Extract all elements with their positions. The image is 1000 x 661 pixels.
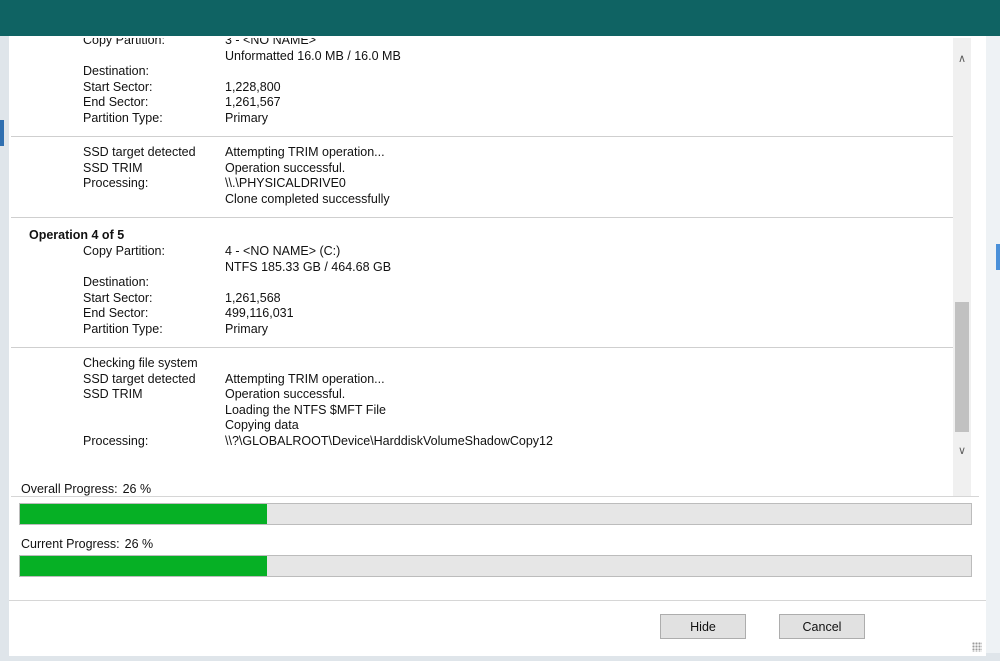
log-row-value: NTFS 185.33 GB / 464.68 GB	[225, 259, 392, 274]
log-row: Processing: \\.\PHYSICALDRIVE0	[11, 176, 953, 192]
dialog-titlebar[interactable]	[0, 0, 1000, 36]
log-row-value: Primary	[225, 321, 269, 336]
log-row-key: SSD target detected	[83, 371, 196, 386]
log-row: Start Sector: 1,261,568	[11, 291, 953, 307]
current-progress-text: Current Progress:	[21, 537, 120, 551]
log-row-key: SSD TRIM	[83, 387, 143, 401]
operation-4-title: Operation 4 of 5	[29, 228, 125, 242]
overall-progress-fill	[20, 504, 268, 524]
cancel-button[interactable]: Cancel	[779, 614, 865, 639]
log-row-value: Copying data	[225, 418, 299, 432]
log-row-value: Unformatted 16.0 MB / 16.0 MB	[225, 48, 401, 63]
log-row: Destination:	[11, 275, 953, 291]
log-row-value: Attempting TRIM operation...	[225, 145, 385, 159]
log-row: Copy Partition: 4 - <NO NAME> (C:)	[11, 244, 953, 260]
log-row: Checking file system	[11, 356, 953, 372]
log-row-key: Destination:	[83, 64, 150, 78]
background-accent-right	[996, 244, 1000, 270]
log-row-value: Operation successful.	[225, 387, 346, 401]
log-scrollbar[interactable]: ∧ ∨	[953, 38, 971, 496]
log-row-value: \\?\GLOBALROOT\Device\HarddiskVolumeShad…	[225, 433, 553, 448]
log-row: End Sector: 1,261,567	[11, 95, 953, 111]
log-row-key: SSD target detected	[83, 145, 196, 159]
log-row: Partition Type: Primary	[11, 322, 953, 338]
current-progress-fill	[20, 556, 268, 576]
log-row-value: 4 - <NO NAME> (C:)	[225, 244, 341, 258]
operation-3-status: SSD target detected Attempting TRIM opera…	[11, 145, 953, 207]
log-row-value: Clone completed successfully	[225, 191, 390, 206]
log-row-key: Start Sector:	[83, 79, 153, 94]
log-row-value: Primary	[225, 110, 269, 125]
current-progress-bar	[19, 555, 972, 577]
log-row: Clone completed successfully	[11, 192, 953, 208]
log-row: SSD TRIM Operation successful.	[11, 387, 953, 403]
current-progress-value: 26 %	[124, 537, 154, 551]
chevron-up-icon[interactable]: ∧	[953, 50, 971, 68]
log-row: Processing: \\?\GLOBALROOT\Device\Harddis…	[11, 434, 953, 450]
current-progress-label: Current Progress: 26 %	[21, 536, 153, 552]
log-row-key: Processing:	[83, 176, 149, 190]
background-window-right	[985, 36, 1000, 661]
log-row-value: \\.\PHYSICALDRIVE0	[225, 176, 346, 190]
background-accent-left	[0, 120, 4, 146]
log-row-key: Start Sector:	[83, 290, 153, 305]
hide-button[interactable]: Hide	[660, 614, 746, 639]
overall-progress-label: Overall Progress: 26 %	[21, 481, 151, 497]
log-row-value: Operation successful.	[225, 160, 346, 175]
operation-4-status: Checking file system SSD target detected A…	[11, 356, 953, 449]
footer-separator	[9, 600, 986, 601]
scrollbar-thumb[interactable]	[955, 302, 969, 432]
log-row: Loading the NTFS $MFT File	[11, 403, 953, 419]
overall-progress-value: 26 %	[122, 482, 152, 496]
log-row-key: Destination:	[83, 275, 150, 289]
log-row: Copying data	[11, 418, 953, 434]
log-row-value: Attempting TRIM operation...	[225, 371, 385, 386]
overall-progress-text: Overall Progress:	[21, 482, 118, 496]
log-row: End Sector: 499,116,031	[11, 306, 953, 322]
operation-log[interactable]: Copy Partition: 3 - <NO NAME> Unformatted …	[11, 38, 979, 497]
log-row-value: 1,261,568	[225, 290, 281, 305]
log-row-key: Partition Type:	[83, 321, 163, 336]
log-row: Destination:	[11, 64, 953, 80]
log-row: Unformatted 16.0 MB / 16.0 MB	[11, 49, 953, 65]
log-row-key: SSD TRIM	[83, 160, 143, 175]
log-row: SSD TRIM Operation successful.	[11, 161, 953, 177]
log-separator	[11, 347, 953, 348]
log-row-value: 3 - <NO NAME>	[225, 38, 316, 47]
clone-progress-dialog: Copy Partition: 3 - <NO NAME> Unformatted …	[9, 36, 986, 656]
log-row: Copy Partition: 3 - <NO NAME>	[11, 38, 953, 49]
log-row-key: Copy Partition:	[83, 38, 165, 47]
log-row-key: Checking file system	[83, 356, 198, 370]
operation-4-details: Copy Partition: 4 - <NO NAME> (C:) NTFS 18…	[11, 244, 953, 337]
log-row-key: End Sector:	[83, 95, 149, 109]
operation-log-content: Copy Partition: 3 - <NO NAME> Unformatted …	[11, 38, 953, 449]
log-row-value: 1,228,800	[225, 79, 281, 94]
log-row: SSD target detected Attempting TRIM opera…	[11, 372, 953, 388]
log-row-key: End Sector:	[83, 306, 149, 320]
overall-progress-bar	[19, 503, 972, 525]
log-separator	[11, 136, 953, 137]
log-row-key: Partition Type:	[83, 110, 163, 125]
log-row: SSD target detected Attempting TRIM opera…	[11, 145, 953, 161]
resize-grip[interactable]	[972, 642, 982, 652]
log-row: Partition Type: Primary	[11, 111, 953, 127]
log-row-value: 1,261,567	[225, 95, 281, 109]
log-row-key: Processing:	[83, 433, 149, 448]
log-row-value: Loading the NTFS $MFT File	[225, 402, 386, 417]
log-row-key: Copy Partition:	[83, 244, 165, 258]
operation-3-details: Copy Partition: 3 - <NO NAME> Unformatted …	[11, 38, 953, 126]
log-separator	[11, 217, 953, 218]
log-row: NTFS 185.33 GB / 464.68 GB	[11, 260, 953, 276]
chevron-down-icon[interactable]: ∨	[953, 442, 971, 460]
log-row: Start Sector: 1,228,800	[11, 80, 953, 96]
log-row-value: 499,116,031	[225, 306, 294, 320]
